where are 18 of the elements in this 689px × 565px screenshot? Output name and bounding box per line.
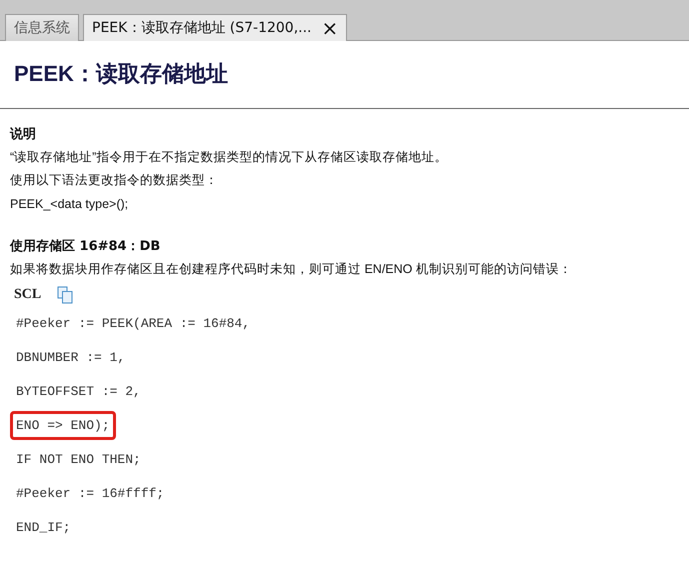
- paragraph: 使用以下语法更改指令的数据类型：: [10, 172, 219, 189]
- paragraph: 如果将数据块用作存储区且在创建程序代码时未知，则可通过 EN/ENO 机制识别可能的访问错误：: [10, 260, 573, 278]
- code-line: END_IF;: [15, 519, 72, 537]
- code-line: #Peeker := PEEK(AREA := 16#84,: [15, 315, 252, 333]
- code-line: IF NOT ENO THEN;: [15, 451, 142, 469]
- code-line: #Peeker := 16#ffff;: [15, 485, 166, 503]
- page-title: PEEK：读取存储地址: [0, 41, 689, 109]
- copy-icon[interactable]: [57, 286, 74, 304]
- code-language-label: SCL: [14, 286, 42, 304]
- paragraph: PEEK_<data type>();: [10, 196, 130, 213]
- code-line: DBNUMBER := 1,: [15, 349, 126, 367]
- section-heading: 说明: [10, 126, 37, 144]
- paragraph: “读取存储地址”指令用于在不指定数据类型的情况下从存储区读取存储地址。: [10, 148, 448, 166]
- tab[interactable]: 信息系统: [5, 14, 79, 41]
- close-button[interactable]: ×: [322, 18, 338, 38]
- code-line: BYTEOFFSET := 2,: [15, 383, 142, 401]
- tab[interactable]: PEEK：读取存储地址 (S7-1200,... ×: [83, 14, 348, 41]
- section-heading: 使用存储区 16#84：DB: [10, 238, 162, 256]
